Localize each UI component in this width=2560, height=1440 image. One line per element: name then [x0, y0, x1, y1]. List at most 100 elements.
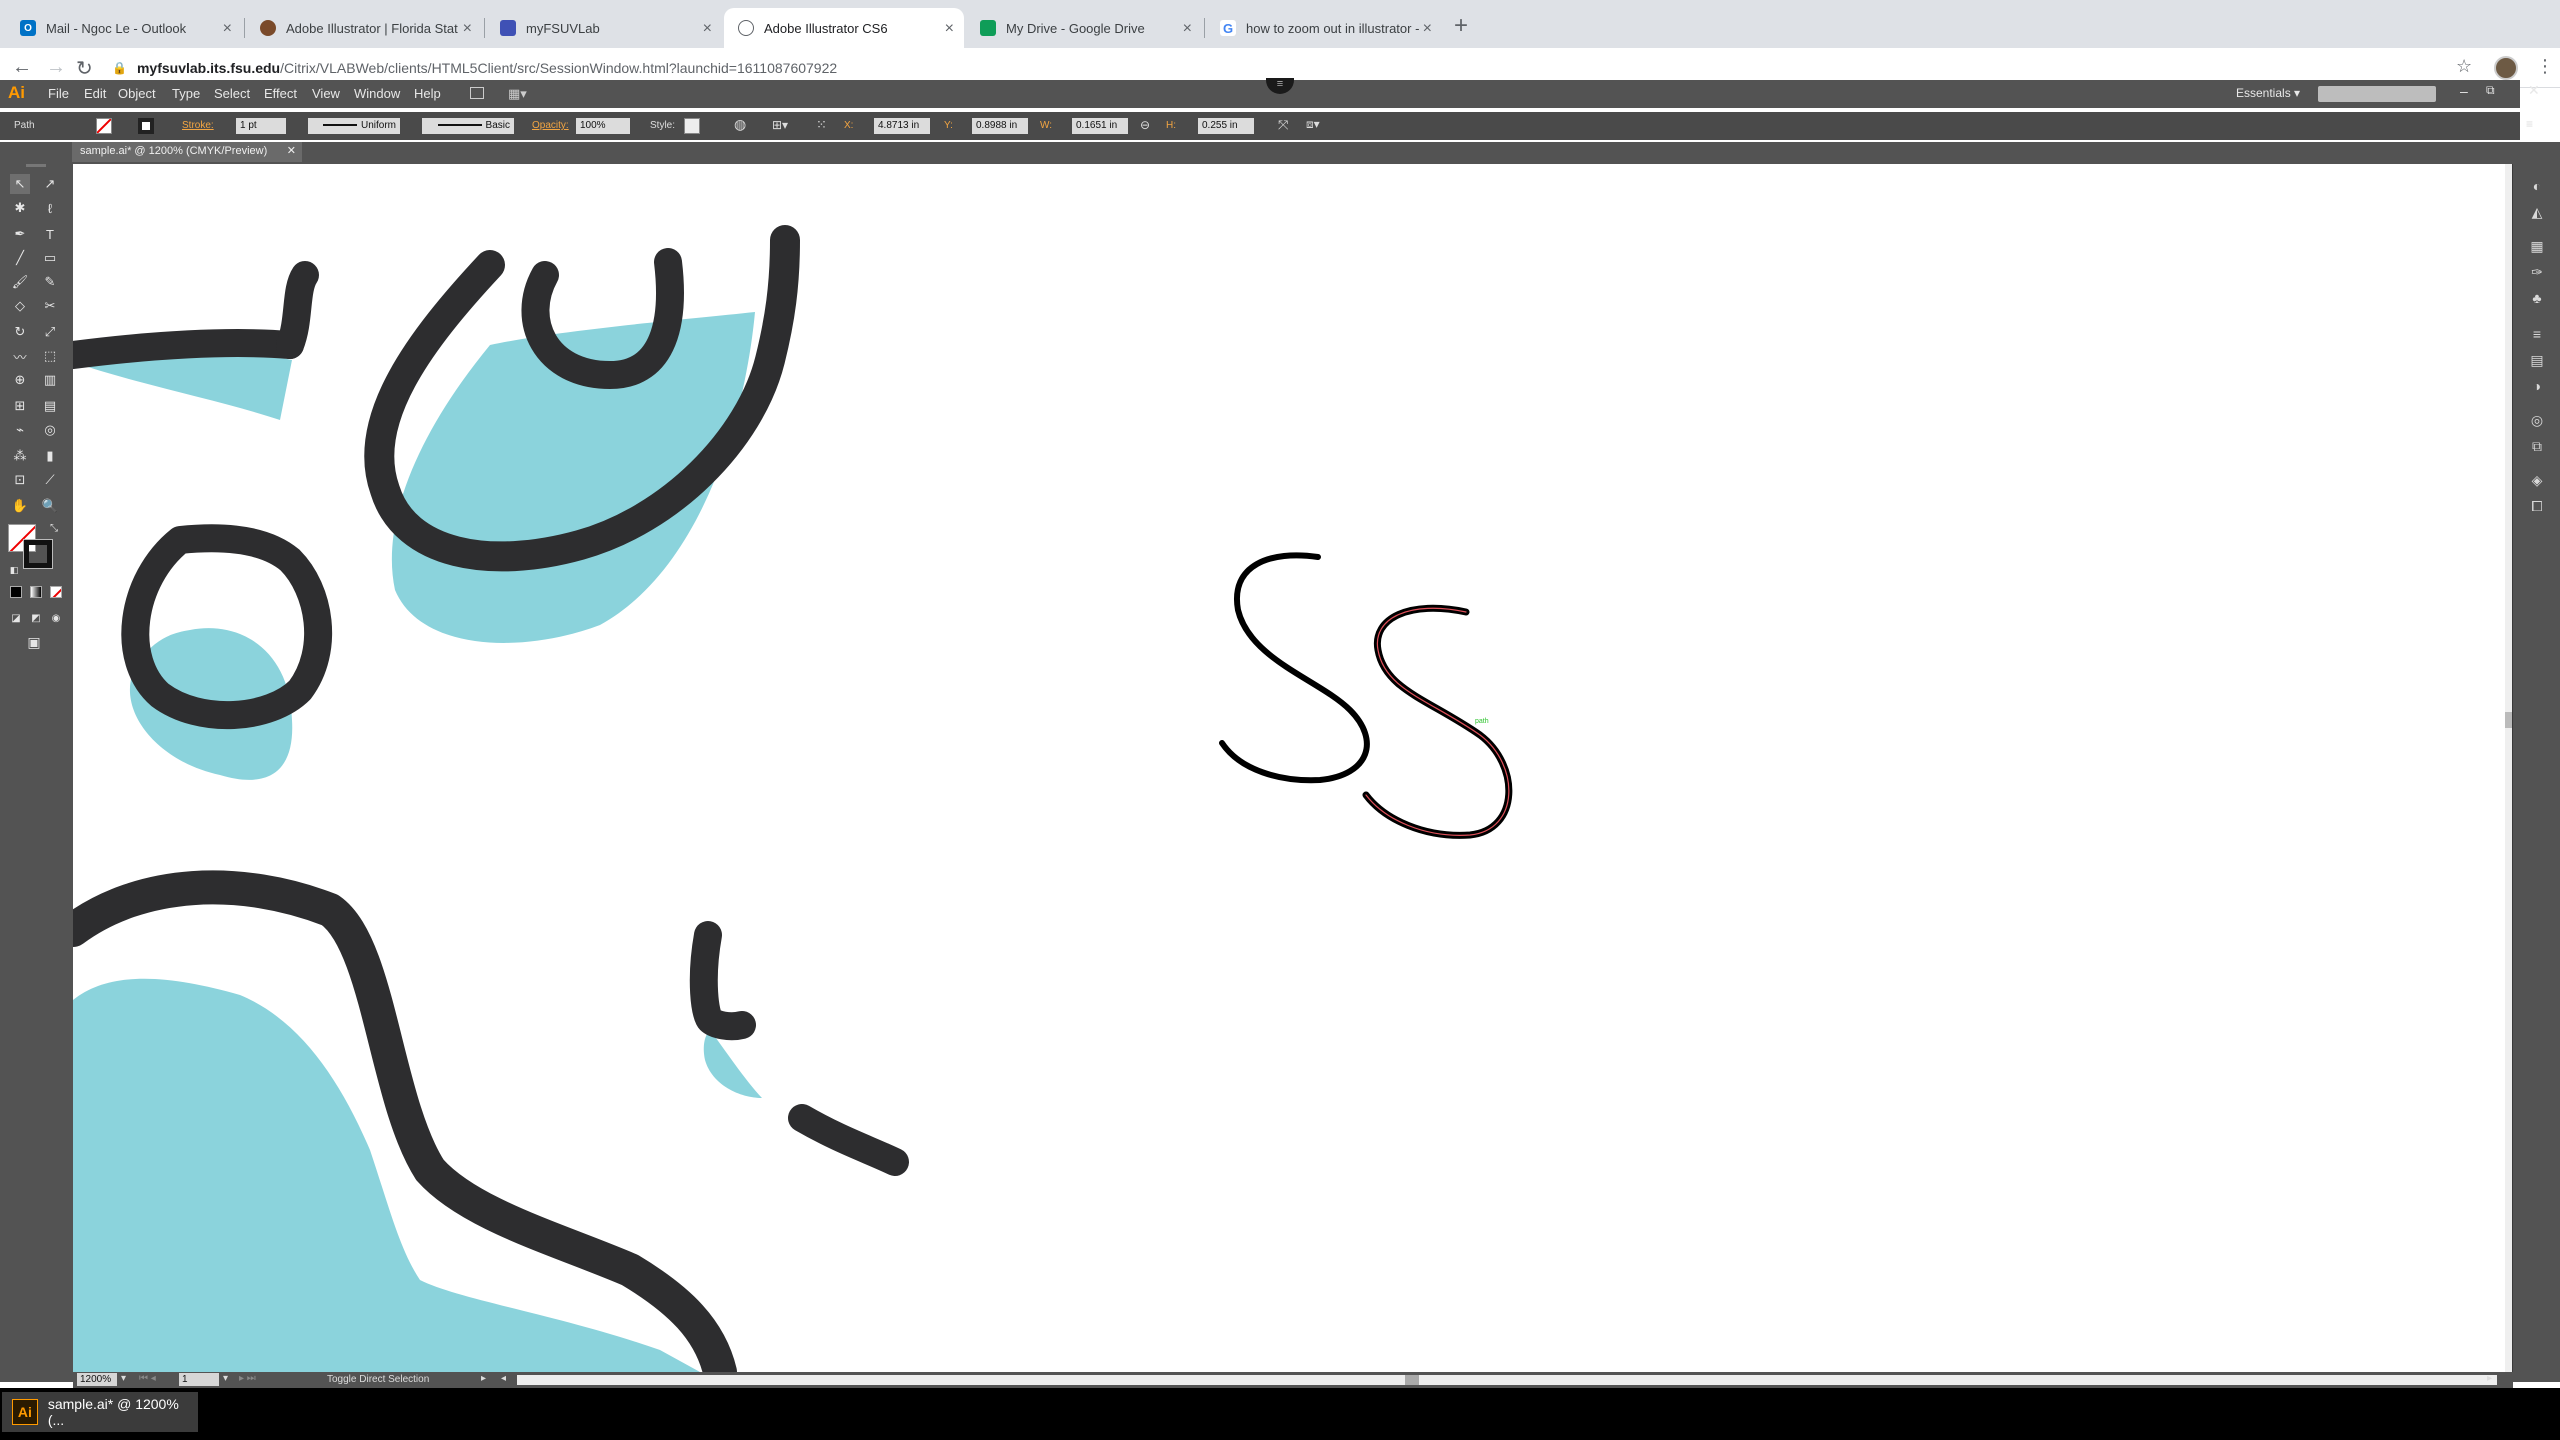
color-icon[interactable]: ◭ [2527, 202, 2547, 222]
symbols-icon[interactable]: ♣ [2527, 288, 2547, 308]
tab-illustrator-cs6[interactable]: Adobe Illustrator CS6 × [724, 8, 964, 48]
stroke-icon[interactable]: ≡ [2527, 324, 2547, 344]
close-window-icon[interactable]: ✕ [2528, 82, 2540, 99]
tab-outlook[interactable]: O Mail - Ngoc Le - Outlook × [6, 8, 242, 48]
direct-selection-tool-icon[interactable]: ↗ [40, 174, 60, 194]
blend-tool-icon[interactable]: ◎ [40, 420, 60, 440]
shape-builder-tool-icon[interactable]: ⊕ [10, 370, 30, 390]
perspective-grid-tool-icon[interactable]: ▥ [40, 370, 60, 390]
tab-google-search[interactable]: G how to zoom out in illustrator - × [1206, 8, 1442, 48]
menu-effect[interactable]: Effect [264, 86, 297, 101]
artboard-tool-icon[interactable]: ⊡ [10, 470, 30, 490]
brushes-icon[interactable]: ✑ [2527, 262, 2547, 282]
mesh-tool-icon[interactable]: ⊞ [10, 396, 30, 416]
new-tab-button[interactable]: + [1454, 12, 1468, 40]
brush-definition[interactable]: Basic [422, 118, 514, 134]
y-field[interactable]: 0.8988 in [972, 118, 1028, 134]
reference-point-icon[interactable]: ⁙ [816, 117, 827, 133]
symbol-sprayer-tool-icon[interactable]: ⁂ [10, 446, 30, 466]
rectangle-tool-icon[interactable]: ▭ [40, 248, 60, 268]
browser-menu-icon[interactable]: ⋮ [2536, 56, 2554, 77]
menu-view[interactable]: View [312, 86, 340, 101]
vertical-scroll-thumb[interactable] [2505, 712, 2512, 728]
forward-icon[interactable]: → [46, 56, 66, 79]
close-icon[interactable]: × [945, 20, 954, 38]
menu-file[interactable]: File [48, 86, 69, 101]
transparency-icon[interactable]: ◑ [2527, 376, 2547, 396]
line-segment-tool-icon[interactable]: ╱ [10, 248, 30, 268]
document-tab[interactable]: sample.ai* @ 1200% (CMYK/Preview) ✕ [72, 142, 302, 162]
menu-object[interactable]: Object [118, 86, 156, 101]
eyedropper-tool-icon[interactable]: ⌁ [10, 420, 30, 440]
blob-brush-tool-icon[interactable]: ◇ [10, 296, 30, 316]
fill-swatch[interactable] [96, 118, 112, 134]
artboard-canvas[interactable]: path [73, 164, 2505, 1372]
stroke-swatch[interactable] [138, 118, 154, 134]
tab-fsu-illustrator[interactable]: Adobe Illustrator | Florida Stat × [246, 8, 482, 48]
reload-icon[interactable]: ↻ [76, 56, 93, 81]
layers-icon[interactable]: ◈ [2527, 470, 2547, 490]
lasso-tool-icon[interactable]: ℓ [40, 198, 60, 218]
color-mode-icon[interactable] [10, 586, 22, 598]
menu-edit[interactable]: Edit [84, 86, 106, 101]
none-mode-icon[interactable] [50, 586, 62, 598]
align-to-icon[interactable]: ⊞▾ [772, 118, 788, 132]
h-field[interactable]: 0.255 in [1198, 118, 1254, 134]
tab-myfsuvlab[interactable]: myFSUVLab × [486, 8, 722, 48]
close-icon[interactable]: × [223, 20, 232, 38]
paintbrush-tool-icon[interactable]: 🖌 [10, 272, 30, 292]
gradient-tool-icon[interactable]: ▤ [40, 396, 60, 416]
scale-tool-icon[interactable]: ⤢ [40, 322, 60, 342]
artboard-dropdown-icon[interactable]: ▾ [223, 1373, 228, 1384]
menu-select[interactable]: Select [214, 86, 250, 101]
menu-window[interactable]: Window [354, 86, 400, 101]
close-document-icon[interactable]: ✕ [287, 144, 296, 157]
vertical-scrollbar[interactable] [2505, 164, 2512, 1372]
artboard-number-field[interactable]: 1 [179, 1373, 219, 1386]
opacity-label[interactable]: Opacity: [532, 120, 569, 131]
tab-google-drive[interactable]: My Drive - Google Drive × [966, 8, 1202, 48]
bridge-icon[interactable] [470, 87, 484, 99]
pencil-tool-icon[interactable]: ✎ [40, 272, 60, 292]
selection-tool-icon[interactable]: ↖ [10, 174, 30, 194]
minimize-icon[interactable]: – [2460, 83, 2468, 99]
horizontal-scrollbar[interactable] [517, 1375, 2497, 1385]
gradient-mode-icon[interactable] [30, 586, 42, 598]
opacity-field[interactable]: 100% [576, 118, 630, 134]
screen-mode-icon[interactable]: ▣ [24, 632, 44, 652]
close-icon[interactable]: × [703, 20, 712, 38]
column-graph-tool-icon[interactable]: ▮ [40, 446, 60, 466]
appearance-icon[interactable]: ◎ [2527, 410, 2547, 430]
menu-help[interactable]: Help [414, 86, 441, 101]
first-artboard-icon[interactable]: ⏮ ◂ [139, 1373, 156, 1384]
citrix-toolbar-handle[interactable]: ≡ [1266, 78, 1294, 94]
close-icon[interactable]: × [1183, 20, 1192, 38]
stroke-weight-field[interactable]: 1 pt [236, 118, 286, 134]
draw-inside-icon[interactable]: ◉ [46, 608, 66, 628]
w-field[interactable]: 0.1651 in [1072, 118, 1128, 134]
status-menu-icon[interactable]: ▸ [481, 1373, 486, 1384]
close-icon[interactable]: × [463, 20, 472, 38]
swap-fill-stroke-icon[interactable]: ⤡ [44, 518, 64, 538]
workspace-switcher[interactable]: Essentials ▾ [2236, 86, 2300, 100]
back-icon[interactable]: ← [12, 56, 32, 79]
free-transform-tool-icon[interactable]: ⬚ [40, 346, 60, 366]
artboards-icon[interactable]: ⧠ [2527, 496, 2547, 516]
arrange-documents-icon[interactable]: ▦▾ [508, 86, 527, 102]
recolor-artwork-icon[interactable]: ◍ [734, 116, 746, 133]
zoom-field[interactable]: 1200% [77, 1373, 117, 1386]
gradient-icon[interactable]: ▤ [2527, 350, 2547, 370]
magic-wand-tool-icon[interactable]: ✱ [10, 198, 30, 218]
menu-type[interactable]: Type [172, 86, 200, 101]
type-tool-icon[interactable]: T [40, 224, 60, 244]
x-field[interactable]: 4.8713 in [874, 118, 930, 134]
bookmark-star-icon[interactable]: ☆ [2456, 56, 2472, 77]
restore-icon[interactable]: ⧉ [2486, 83, 2495, 98]
search-input[interactable] [2318, 86, 2436, 102]
pen-tool-icon[interactable]: ✒ [10, 224, 30, 244]
control-panel-menu-icon[interactable]: ≡ [2526, 117, 2533, 131]
scroll-right-icon[interactable]: ▸ [2487, 1373, 2492, 1384]
swatches-icon[interactable]: ▦ [2527, 236, 2547, 256]
horizontal-scroll-thumb[interactable] [1405, 1375, 1419, 1385]
transform-icon[interactable]: ⤧ [1278, 117, 1288, 133]
